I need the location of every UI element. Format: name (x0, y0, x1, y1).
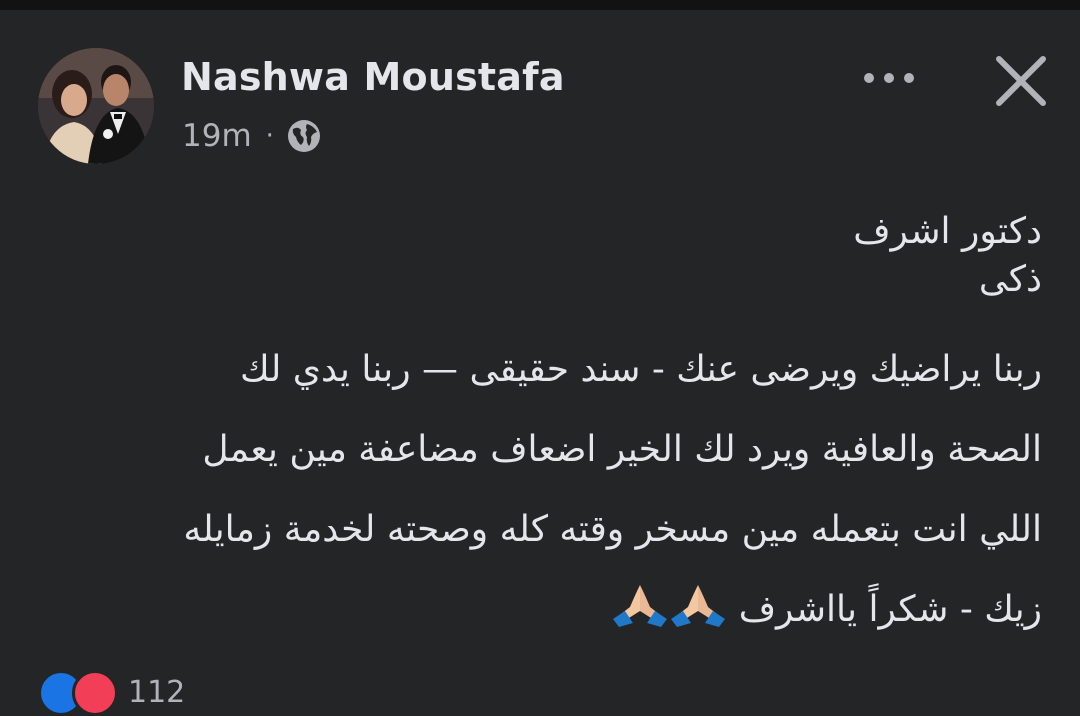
author-name[interactable]: Nashwa Moustafa (181, 54, 565, 100)
avatar-photo (38, 48, 154, 164)
folded-hands-emoji (611, 576, 669, 627)
status-bar-edge (0, 0, 1080, 10)
message-title-line-1: دكتور اشرف (853, 211, 1042, 252)
message-line-1: ربنا يراضيك ويرضى عنك - سند حقيقى — ربنا… (240, 349, 1042, 390)
meta-separator: · (265, 121, 274, 151)
post-meta: 19m · (182, 116, 322, 156)
reaction-count: 112 (128, 675, 186, 710)
more-horizontal-icon (864, 73, 914, 83)
message-line-3: اللي انت بتعمله مين مسخر وقته كله وصحته … (183, 509, 1042, 550)
reactions-summary[interactable]: 112 (38, 670, 185, 716)
message-title-line-2: ذكى (978, 259, 1042, 300)
post-timestamp[interactable]: 19m (182, 118, 252, 154)
close-icon (996, 56, 1046, 106)
folded-hands-emoji (669, 576, 727, 627)
more-options-button[interactable] (858, 54, 920, 102)
globe-icon (286, 118, 322, 154)
love-reaction-icon (72, 670, 118, 716)
post-message: دكتور اشرف ذكى ربنا يراضيك ويرضى عنك - س… (42, 208, 1042, 650)
message-line-2: الصحة والعافية ويرد لك الخير اضعاف مضاعف… (202, 429, 1042, 470)
message-line-4-text: زيك - شكراً يااشرف (738, 589, 1042, 630)
author-avatar[interactable] (38, 48, 154, 164)
post-card: Nashwa Moustafa 19m · دكتور اشرف ذكى ربن… (0, 10, 1080, 716)
close-button[interactable] (990, 50, 1052, 112)
message-line-4: زيك - شكراً يااشرف (42, 570, 1042, 650)
